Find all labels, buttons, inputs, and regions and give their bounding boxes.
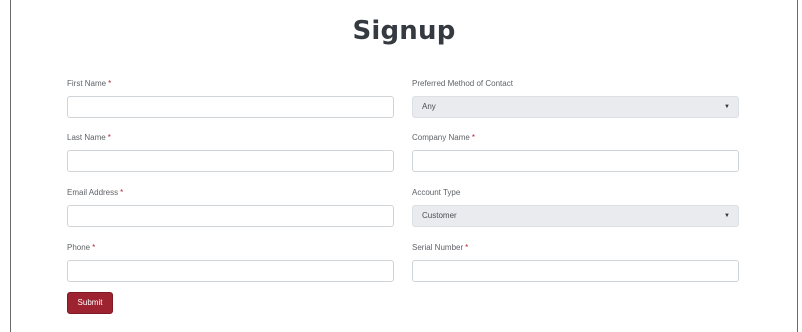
last-name-label-text: Last Name — [67, 133, 106, 142]
phone-label: Phone * — [67, 242, 394, 254]
email-field[interactable] — [67, 205, 394, 227]
preferred-contact-select[interactable]: Any ▼ — [412, 96, 739, 118]
first-name-label-text: First Name — [67, 79, 107, 88]
phone-group: Phone * — [67, 242, 394, 282]
submit-button[interactable]: Submit — [67, 292, 113, 314]
first-name-group: First Name * — [67, 78, 394, 118]
account-type-value: Customer — [422, 211, 457, 220]
account-type-label: Account Type — [412, 188, 461, 197]
page-title: Signup — [352, 16, 456, 46]
company-name-input[interactable] — [412, 150, 739, 172]
caret-down-icon: ▼ — [724, 104, 730, 110]
company-name-label-text: Company Name — [412, 133, 470, 142]
signup-form-container: Signup First Name * Last Name * Email Addr… — [10, 0, 798, 332]
last-name-label: Last Name * — [67, 132, 394, 144]
phone-label-text: Phone — [67, 243, 91, 252]
email-label: Email Address * — [67, 187, 394, 199]
first-name-label: First Name * — [67, 78, 394, 90]
required-marker: * — [120, 188, 124, 197]
company-name-group: Company Name * — [412, 132, 739, 172]
required-marker: * — [92, 243, 96, 252]
preferred-contact-value: Any — [422, 102, 436, 111]
last-name-group: Last Name * — [67, 132, 394, 172]
preferred-contact-label: Preferred Method of Contact — [412, 79, 513, 88]
email-label-text: Email Address — [67, 188, 119, 197]
last-name-input[interactable] — [67, 150, 394, 172]
serial-number-input[interactable] — [412, 260, 739, 282]
phone-input[interactable] — [67, 260, 394, 282]
account-type-group: Account Type Customer ▼ — [412, 187, 739, 227]
required-marker: * — [108, 79, 112, 88]
email-group: Email Address * — [67, 187, 394, 227]
serial-number-label-text: Serial Number — [412, 243, 464, 252]
first-name-input[interactable] — [67, 96, 394, 118]
serial-number-label: Serial Number * — [412, 242, 739, 254]
required-marker: * — [107, 133, 111, 142]
serial-number-group: Serial Number * — [412, 242, 739, 282]
company-name-label: Company Name * — [412, 132, 739, 144]
preferred-contact-group: Preferred Method of Contact Any ▼ — [412, 78, 739, 118]
account-type-select[interactable]: Customer ▼ — [412, 205, 739, 227]
required-marker: * — [465, 243, 469, 252]
required-marker: * — [471, 133, 475, 142]
caret-down-icon: ▼ — [724, 213, 730, 219]
